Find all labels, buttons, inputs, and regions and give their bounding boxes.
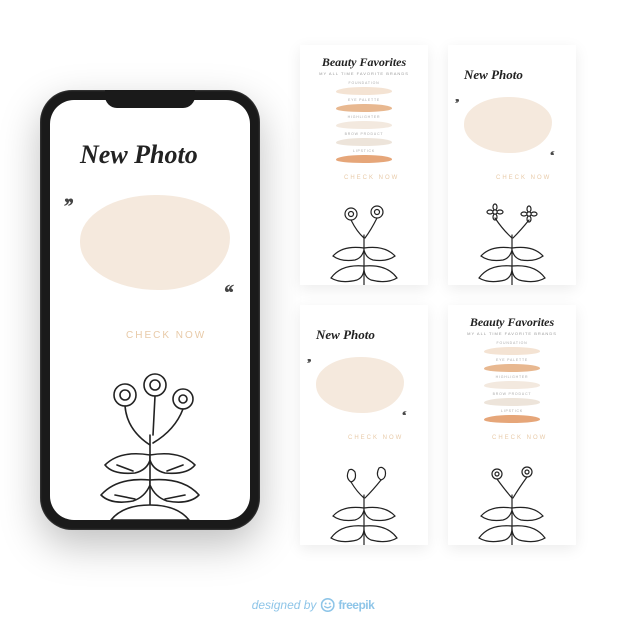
template-cards-grid: Beauty Favorites MY ALL TIME FAVORITE BR… (300, 45, 576, 545)
floral-illustration (300, 200, 428, 285)
check-now-link[interactable]: CHECK NOW (344, 175, 399, 181)
template-card-new-photo[interactable]: New Photo ,, ,, CHECK NOW (448, 45, 576, 285)
swatch-highlighter (336, 121, 392, 129)
favorite-label: HIGHLIGHTER (348, 115, 381, 119)
card-title: Beauty Favorites (322, 55, 406, 70)
card-subtitle: MY ALL TIME FAVORITE BRANDS (467, 331, 557, 336)
swatch-lipstick (336, 155, 392, 163)
card-title: New Photo (316, 327, 375, 343)
favorites-list: FOUNDATION EYE PALETTE HIGHLIGHTER BROW … (484, 341, 540, 424)
favorite-label: FOUNDATION (349, 81, 380, 85)
favorite-label: FOUNDATION (497, 341, 528, 345)
favorite-label: LIPSTICK (501, 409, 523, 413)
open-quote-icon: ,, (64, 188, 72, 202)
swatch-brow (336, 138, 392, 146)
swatch-eye-palette (336, 104, 392, 112)
card-title: New Photo (464, 67, 523, 83)
attribution: designed by freepik (252, 598, 375, 612)
swatch-foundation (336, 87, 392, 95)
swatch-brow (484, 398, 540, 406)
attribution-prefix: designed by (252, 598, 317, 612)
close-quote-icon: ,, (226, 288, 234, 302)
floral-illustration (448, 460, 576, 545)
swatch-lipstick (484, 415, 540, 423)
close-quote-icon: ,, (552, 153, 555, 161)
favorites-list: FOUNDATION EYE PALETTE HIGHLIGHTER BROW … (336, 81, 392, 164)
favorite-label: HIGHLIGHTER (496, 375, 529, 379)
floral-illustration (50, 365, 250, 520)
favorite-label: EYE PALETTE (348, 98, 380, 102)
check-now-link[interactable]: CHECK NOW (496, 175, 551, 181)
template-card-new-photo[interactable]: New Photo ,, ,, CHECK NOW (300, 305, 428, 545)
favorite-label: BROW PRODUCT (493, 392, 532, 396)
favorite-label: BROW PRODUCT (345, 132, 384, 136)
attribution-brand: freepik (338, 598, 374, 612)
favorite-label: EYE PALETTE (496, 358, 528, 362)
swatch-highlighter (484, 381, 540, 389)
check-now-link[interactable]: CHECK NOW (492, 435, 547, 441)
open-quote-icon: ,, (455, 93, 458, 101)
check-now-link[interactable]: CHECK NOW (348, 435, 403, 441)
photo-placeholder-blob (80, 195, 230, 290)
swatch-eye-palette (484, 364, 540, 372)
photo-placeholder-blob (464, 97, 552, 153)
check-now-link[interactable]: CHECK NOW (126, 330, 206, 341)
card-subtitle: MY ALL TIME FAVORITE BRANDS (319, 71, 409, 76)
swatch-foundation (484, 347, 540, 355)
template-card-beauty-favorites[interactable]: Beauty Favorites MY ALL TIME FAVORITE BR… (300, 45, 428, 285)
phone-mockup: New Photo ,, ,, CHECK NOW (40, 90, 260, 530)
freepik-logo-icon (320, 598, 334, 612)
close-quote-icon: ,, (404, 413, 407, 421)
floral-illustration (300, 460, 428, 545)
card-title: Beauty Favorites (470, 315, 554, 330)
photo-placeholder-blob (316, 357, 404, 413)
favorite-label: LIPSTICK (353, 149, 375, 153)
phone-screen: New Photo ,, ,, CHECK NOW (50, 100, 250, 520)
template-card-beauty-favorites[interactable]: Beauty Favorites MY ALL TIME FAVORITE BR… (448, 305, 576, 545)
floral-illustration (448, 200, 576, 285)
open-quote-icon: ,, (307, 353, 310, 361)
story-title: New Photo (80, 140, 198, 170)
